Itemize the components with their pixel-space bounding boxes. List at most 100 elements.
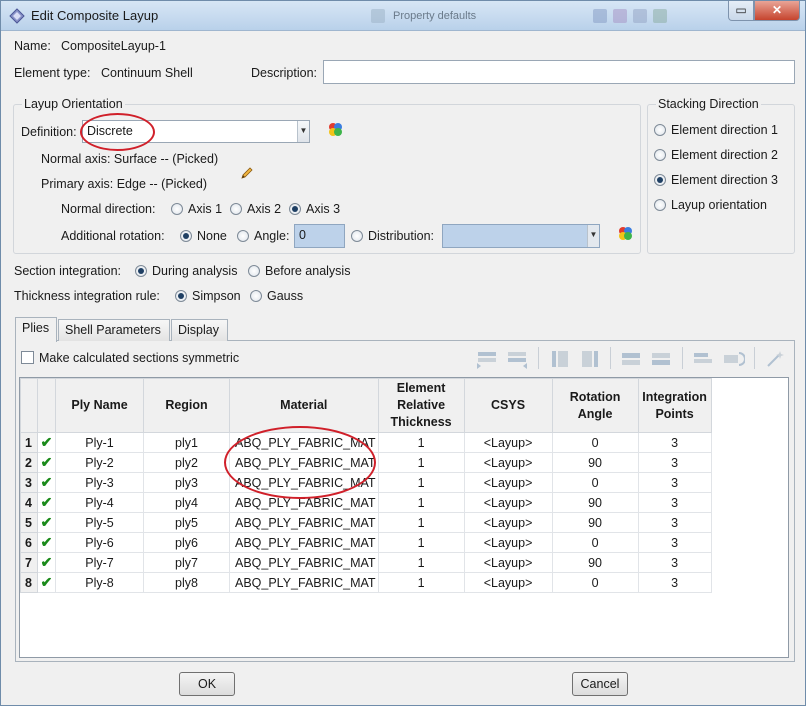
table-row[interactable]: 8 ✔ Ply-8 ply8 ABQ_PLY_FABRIC_MAT 1 <Layup> 0 3 bbox=[20, 572, 712, 593]
ok-button[interactable]: OK bbox=[179, 672, 235, 696]
description-input[interactable] bbox=[323, 60, 795, 84]
make-symmetric-checkbox[interactable]: Make calculated sections symmetric bbox=[21, 351, 239, 365]
rotation-angle-input[interactable]: 0 bbox=[294, 224, 345, 248]
material-cell[interactable]: ABQ_PLY_FABRIC_MAT bbox=[229, 432, 379, 453]
ply-name-cell[interactable]: Ply-4 bbox=[55, 492, 144, 513]
color-palette-icon[interactable] bbox=[617, 225, 633, 241]
stacking-layup-orientation-radio[interactable]: Layup orientation bbox=[654, 198, 767, 212]
region-cell[interactable]: ply6 bbox=[143, 532, 230, 553]
title-bar[interactable]: Edit Composite Layup Property defaults ▭… bbox=[1, 1, 805, 31]
normal-axis3-radio[interactable]: Axis 3 bbox=[289, 202, 340, 216]
table-row[interactable]: 5 ✔ Ply-5 ply5 ABQ_PLY_FABRIC_MAT 1 <Layup> 90 3 bbox=[20, 512, 712, 533]
add-column-after-icon[interactable] bbox=[578, 348, 602, 370]
integration-points-cell[interactable]: 3 bbox=[637, 532, 712, 553]
material-cell[interactable]: ABQ_PLY_FABRIC_MAT bbox=[229, 472, 379, 493]
thickness-cell[interactable]: 1 bbox=[377, 552, 465, 573]
header-integration[interactable]: Integration Points bbox=[637, 378, 712, 433]
insert-row-after-icon[interactable] bbox=[505, 348, 529, 370]
integration-points-cell[interactable]: 3 bbox=[637, 512, 712, 533]
ply-name-cell[interactable]: Ply-5 bbox=[55, 512, 144, 533]
region-cell[interactable]: ply4 bbox=[143, 492, 230, 513]
align-rows-icon[interactable] bbox=[691, 348, 715, 370]
integration-points-cell[interactable]: 3 bbox=[637, 452, 712, 473]
pencil-edit-icon[interactable] bbox=[239, 165, 255, 181]
csys-cell[interactable]: <Layup> bbox=[463, 572, 553, 593]
material-cell[interactable]: ABQ_PLY_FABRIC_MAT bbox=[229, 512, 379, 533]
region-cell[interactable]: ply7 bbox=[143, 552, 230, 573]
integration-points-cell[interactable]: 3 bbox=[637, 552, 712, 573]
rotation-distribution-radio[interactable]: Distribution: bbox=[351, 229, 434, 243]
thickness-cell[interactable]: 1 bbox=[377, 452, 465, 473]
integration-points-cell[interactable]: 3 bbox=[637, 472, 712, 493]
header-region[interactable]: Region bbox=[143, 378, 230, 433]
region-cell[interactable]: ply3 bbox=[143, 472, 230, 493]
copy-row-icon[interactable] bbox=[619, 348, 643, 370]
rotation-angle-radio[interactable]: Angle: bbox=[237, 229, 289, 243]
insert-row-before-icon[interactable] bbox=[475, 348, 499, 370]
region-cell[interactable]: ply2 bbox=[143, 452, 230, 473]
table-row[interactable]: 3 ✔ Ply-3 ply3 ABQ_PLY_FABRIC_MAT 1 <Layup> 0 3 bbox=[20, 472, 712, 493]
thickness-cell[interactable]: 1 bbox=[377, 512, 465, 533]
material-cell[interactable]: ABQ_PLY_FABRIC_MAT bbox=[229, 552, 379, 573]
minimize-button[interactable]: ▭ bbox=[728, 1, 754, 21]
ply-name-cell[interactable]: Ply-6 bbox=[55, 532, 144, 553]
ply-name-cell[interactable]: Ply-3 bbox=[55, 472, 144, 493]
csys-cell[interactable]: <Layup> bbox=[463, 492, 553, 513]
table-row[interactable]: 2 ✔ Ply-2 ply2 ABQ_PLY_FABRIC_MAT 1 <Layup> 90 3 bbox=[20, 452, 712, 473]
tab-plies[interactable]: Plies bbox=[15, 317, 57, 342]
header-thickness[interactable]: Element Relative Thickness bbox=[377, 378, 465, 433]
color-palette-icon[interactable] bbox=[327, 121, 343, 137]
rotation-angle-cell[interactable]: 90 bbox=[551, 452, 639, 473]
material-cell[interactable]: ABQ_PLY_FABRIC_MAT bbox=[229, 492, 379, 513]
rotation-angle-cell[interactable]: 0 bbox=[551, 472, 639, 493]
rotate-rows-icon[interactable] bbox=[721, 348, 745, 370]
header-csys[interactable]: CSYS bbox=[463, 378, 553, 433]
rotation-angle-cell[interactable]: 90 bbox=[551, 552, 639, 573]
ply-name-cell[interactable]: Ply-7 bbox=[55, 552, 144, 573]
thickness-cell[interactable]: 1 bbox=[377, 492, 465, 513]
integration-points-cell[interactable]: 3 bbox=[637, 572, 712, 593]
rotation-angle-cell[interactable]: 0 bbox=[551, 432, 639, 453]
thickness-cell[interactable]: 1 bbox=[377, 532, 465, 553]
distribution-select[interactable]: ▼ bbox=[442, 224, 600, 248]
thickness-cell[interactable]: 1 bbox=[377, 572, 465, 593]
integration-points-cell[interactable]: 3 bbox=[637, 492, 712, 513]
chevron-down-icon[interactable]: ▼ bbox=[587, 225, 599, 247]
header-rotation[interactable]: Rotation Angle bbox=[551, 378, 639, 433]
table-row[interactable]: 1 ✔ Ply-1 ply1 ABQ_PLY_FABRIC_MAT 1 <Layup> 0 3 bbox=[20, 432, 712, 453]
csys-cell[interactable]: <Layup> bbox=[463, 512, 553, 533]
tab-shell-parameters[interactable]: Shell Parameters bbox=[58, 319, 170, 341]
gauss-radio[interactable]: Gauss bbox=[250, 289, 303, 303]
thickness-cell[interactable]: 1 bbox=[377, 432, 465, 453]
simpson-radio[interactable]: Simpson bbox=[175, 289, 241, 303]
ply-name-cell[interactable]: Ply-1 bbox=[55, 432, 144, 453]
region-cell[interactable]: ply5 bbox=[143, 512, 230, 533]
material-cell[interactable]: ABQ_PLY_FABRIC_MAT bbox=[229, 532, 379, 553]
before-analysis-radio[interactable]: Before analysis bbox=[248, 264, 350, 278]
table-row[interactable]: 4 ✔ Ply-4 ply4 ABQ_PLY_FABRIC_MAT 1 <Layup> 90 3 bbox=[20, 492, 712, 513]
region-cell[interactable]: ply1 bbox=[143, 432, 230, 453]
stacking-element-dir3-radio[interactable]: Element direction 3 bbox=[654, 173, 778, 187]
tab-display[interactable]: Display bbox=[171, 319, 228, 341]
definition-select[interactable]: Discrete ▼ bbox=[82, 120, 310, 143]
close-button[interactable]: ✕ bbox=[754, 1, 800, 21]
stacking-element-dir1-radio[interactable]: Element direction 1 bbox=[654, 123, 778, 137]
rotation-angle-cell[interactable]: 0 bbox=[551, 532, 639, 553]
table-row[interactable]: 7 ✔ Ply-7 ply7 ABQ_PLY_FABRIC_MAT 1 <Layup> 90 3 bbox=[20, 552, 712, 573]
ply-name-cell[interactable]: Ply-2 bbox=[55, 452, 144, 473]
csys-cell[interactable]: <Layup> bbox=[463, 532, 553, 553]
normal-axis2-radio[interactable]: Axis 2 bbox=[230, 202, 281, 216]
rotation-none-radio[interactable]: None bbox=[180, 229, 227, 243]
rotation-angle-cell[interactable]: 0 bbox=[551, 572, 639, 593]
csys-cell[interactable]: <Layup> bbox=[463, 452, 553, 473]
integration-points-cell[interactable]: 3 bbox=[637, 432, 712, 453]
csys-cell[interactable]: <Layup> bbox=[463, 472, 553, 493]
csys-cell[interactable]: <Layup> bbox=[463, 552, 553, 573]
move-row-icon[interactable] bbox=[649, 348, 673, 370]
stacking-element-dir2-radio[interactable]: Element direction 2 bbox=[654, 148, 778, 162]
edit-wand-icon[interactable] bbox=[763, 348, 787, 370]
rotation-angle-cell[interactable]: 90 bbox=[551, 512, 639, 533]
cancel-button[interactable]: Cancel bbox=[572, 672, 628, 696]
ply-name-cell[interactable]: Ply-8 bbox=[55, 572, 144, 593]
material-cell[interactable]: ABQ_PLY_FABRIC_MAT bbox=[229, 452, 379, 473]
